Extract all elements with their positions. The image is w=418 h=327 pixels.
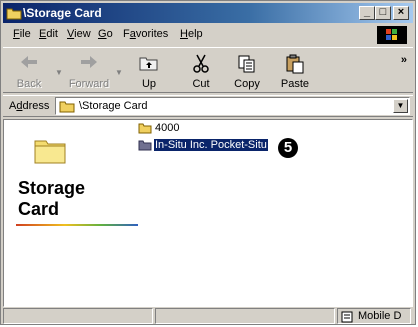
up-label: Up: [141, 78, 157, 90]
menu-file[interactable]: File: [13, 28, 31, 40]
paste-label: Paste: [280, 78, 310, 90]
back-arrow-icon: [21, 56, 37, 68]
address-value: \Storage Card: [79, 100, 148, 112]
copy-button[interactable]: Copy: [225, 52, 269, 90]
panel-title: Storage Card: [18, 178, 85, 220]
panel-title-line1: Storage: [18, 178, 86, 198]
minimize-button[interactable]: _: [359, 6, 375, 20]
large-folder-icon: [34, 136, 66, 167]
back-label: Back: [16, 78, 42, 90]
folder-icon: [59, 100, 75, 116]
address-label: Address: [9, 100, 50, 112]
mobile-device-icon: [341, 311, 353, 326]
address-bar: Address \Storage Card ▼: [3, 95, 413, 117]
status-pane-2: [155, 308, 335, 324]
back-dropdown-icon[interactable]: ▼: [55, 68, 63, 77]
close-button[interactable]: ×: [393, 6, 409, 20]
folder-icon: [138, 139, 152, 154]
forward-arrow-icon: [81, 56, 97, 68]
windows-logo-icon: [377, 26, 407, 44]
folder-view: Storage Card 4000 In-Situ Inc. Pocket-Si…: [3, 119, 413, 307]
menu-go[interactable]: Go: [98, 28, 113, 40]
address-input[interactable]: \Storage Card ▼: [55, 97, 410, 115]
status-pane-1: [3, 308, 153, 324]
paste-button[interactable]: Paste: [273, 52, 317, 90]
explorer-window: \Storage Card _ □ × File Edit View Go Fa…: [0, 0, 416, 325]
window-title: \Storage Card: [23, 6, 102, 20]
menu-favorites[interactable]: Favorites: [123, 28, 168, 40]
cut-button[interactable]: Cut: [179, 52, 223, 90]
file-name: In-Situ Inc. Pocket-Situ: [153, 138, 269, 152]
title-bar[interactable]: \Storage Card _ □ ×: [3, 3, 413, 23]
status-pane-zone: Mobile D: [337, 308, 411, 324]
folder-icon: [6, 6, 22, 23]
maximize-button[interactable]: □: [375, 6, 391, 20]
copy-label: Copy: [234, 78, 260, 90]
file-name: 4000: [155, 122, 180, 134]
address-dropdown-button[interactable]: ▼: [393, 99, 408, 113]
copy-icon: [238, 55, 255, 73]
paste-icon: [286, 54, 304, 74]
back-button[interactable]: Back: [7, 52, 51, 90]
folder-icon: [138, 122, 152, 137]
menu-bar: File Edit View Go Favorites Help: [3, 25, 413, 45]
forward-button[interactable]: Forward: [67, 52, 111, 90]
menu-help[interactable]: Help: [180, 28, 203, 40]
up-button[interactable]: Up: [127, 52, 171, 90]
status-bar: Mobile D: [3, 307, 413, 325]
panel-title-line2: Card: [18, 199, 60, 219]
callout-badge: 5: [278, 138, 298, 158]
menu-view[interactable]: View: [67, 28, 91, 40]
cut-label: Cut: [192, 78, 210, 90]
menu-edit[interactable]: Edit: [39, 28, 58, 40]
scissors-icon: [193, 54, 209, 73]
toolbar: Back ▼ Forward ▼ Up Cut Copy Paste »: [3, 47, 413, 93]
zone-label: Mobile D: [358, 310, 402, 322]
forward-dropdown-icon[interactable]: ▼: [115, 68, 123, 77]
panel-divider: [16, 224, 138, 226]
forward-label: Forward: [68, 78, 110, 90]
up-folder-icon: [139, 57, 158, 71]
toolbar-overflow-chevron[interactable]: »: [401, 54, 407, 66]
